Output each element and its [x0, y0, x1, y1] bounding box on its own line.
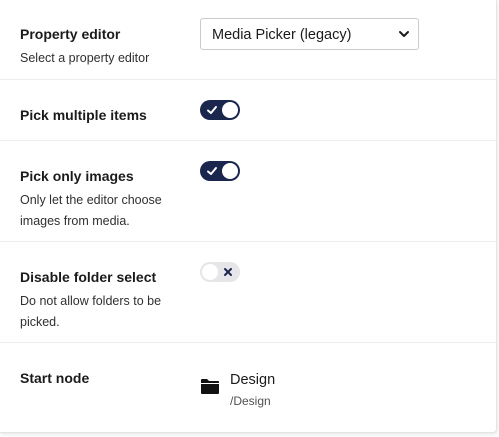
settings-panel: Property editor Select a property editor… [0, 0, 497, 433]
toggle-knob [202, 264, 218, 280]
row-pick-only-images: Pick only images Only let the editor cho… [0, 141, 497, 242]
toggle-knob [222, 163, 238, 179]
disable-folder-select-label: Disable folder select [20, 269, 157, 285]
start-node-name[interactable]: Design [230, 372, 275, 388]
check-icon [207, 167, 217, 175]
toggle-knob [222, 102, 238, 118]
property-editor-selected-value: Media Picker (legacy) [212, 27, 352, 43]
pick-multiple-toggle[interactable] [200, 100, 240, 120]
start-node-path: /Design [230, 394, 271, 408]
pick-only-images-toggle[interactable] [200, 161, 240, 181]
cross-icon [224, 268, 232, 276]
property-editor-label: Property editor [20, 26, 121, 42]
chevron-down-icon [399, 31, 409, 37]
row-pick-multiple: Pick multiple items [0, 80, 497, 141]
property-editor-description: Select a property editor [20, 51, 150, 65]
pick-only-images-label: Pick only images [20, 168, 134, 184]
row-disable-folder-select: Disable folder select Do not allow folde… [0, 242, 497, 343]
row-start-node: Start node [0, 343, 497, 433]
pick-only-images-description: Only let the editor choose images from m… [20, 193, 162, 228]
row-property-editor: Property editor Select a property editor… [0, 0, 497, 80]
folder-icon [201, 379, 219, 394]
start-node-label: Start node [20, 370, 90, 386]
pick-multiple-label: Pick multiple items [20, 107, 147, 123]
disable-folder-select-toggle[interactable] [200, 262, 240, 282]
property-editor-select[interactable]: Media Picker (legacy) [200, 18, 419, 50]
disable-folder-select-description: Do not allow folders to be picked. [20, 294, 162, 329]
check-icon [207, 106, 217, 114]
